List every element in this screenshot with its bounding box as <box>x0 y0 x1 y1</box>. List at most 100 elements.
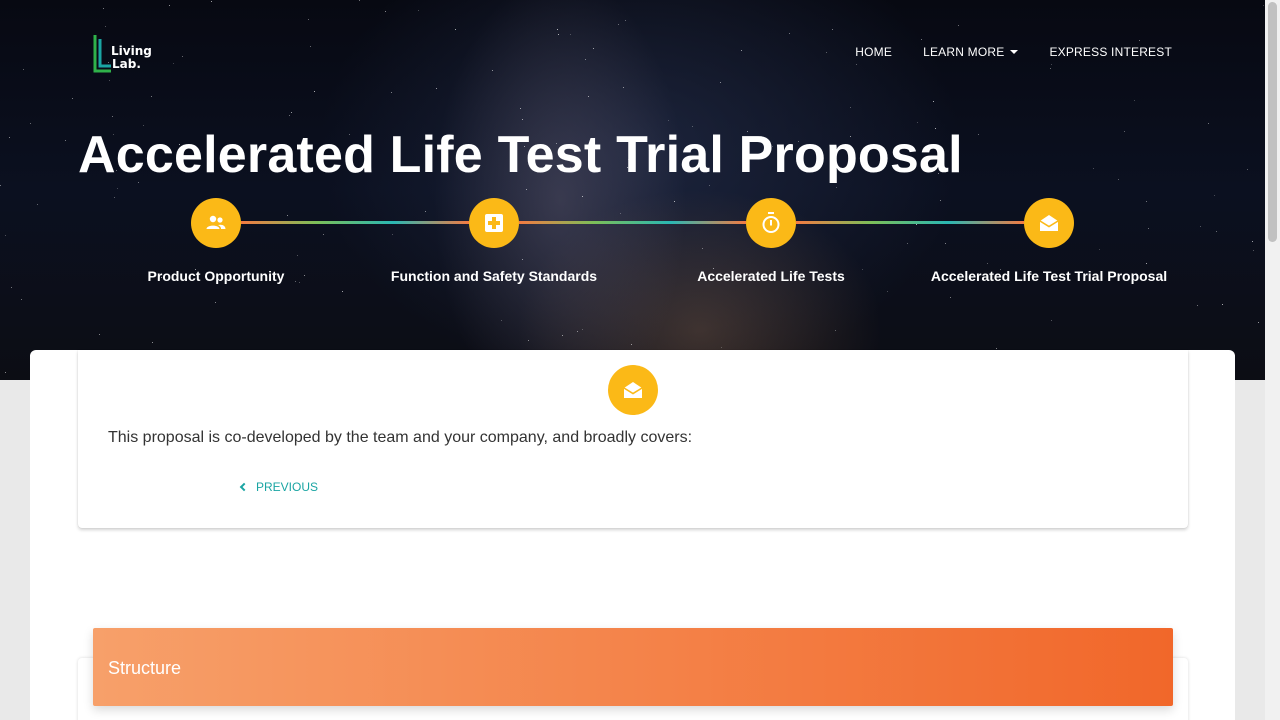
scrollbar-thumb[interactable] <box>1268 2 1277 242</box>
card-icon-circle <box>608 365 658 415</box>
nav-express-interest[interactable]: EXPRESS INTEREST <box>1049 45 1172 59</box>
star <box>836 186 838 188</box>
stopwatch-icon <box>762 212 780 233</box>
progress-steps: Product Opportunity Function and Safety … <box>0 198 1265 298</box>
step-label: Accelerated Life Tests <box>697 268 845 284</box>
star <box>454 29 456 31</box>
star <box>291 112 293 114</box>
step-trial-proposal[interactable]: Accelerated Life Test Trial Proposal <box>899 198 1199 284</box>
star <box>721 347 723 349</box>
star <box>789 32 791 34</box>
step-label: Product Opportunity <box>147 268 285 284</box>
star <box>631 344 633 346</box>
star <box>916 121 918 123</box>
star <box>558 33 560 35</box>
page-title: Accelerated Life Test Trial Proposal <box>78 126 963 184</box>
star <box>519 108 521 110</box>
star <box>103 7 105 9</box>
star <box>1138 39 1140 41</box>
star <box>492 69 494 71</box>
step-circle <box>469 198 519 248</box>
star <box>30 122 32 124</box>
step-label: Function and Safety Standards <box>390 268 598 284</box>
star <box>921 39 923 41</box>
star <box>1246 169 1248 171</box>
star <box>932 101 934 103</box>
nav-learn-more[interactable]: LEARN MORE <box>923 45 1019 59</box>
star <box>1050 67 1052 69</box>
star <box>1123 130 1125 132</box>
logo-line-1: Living <box>111 44 152 58</box>
star <box>1213 195 1215 197</box>
star <box>521 118 523 120</box>
star <box>617 24 619 26</box>
star <box>593 47 595 49</box>
star <box>21 298 23 300</box>
chevron-left-icon <box>239 482 249 492</box>
living-lab-logo[interactable]: Living Lab. <box>92 33 162 75</box>
star <box>71 97 73 99</box>
star <box>152 341 154 343</box>
star <box>556 28 558 30</box>
star <box>0 185 2 187</box>
star <box>624 19 626 21</box>
star <box>313 91 315 93</box>
nav-learn-more-label: LEARN MORE <box>923 45 1005 59</box>
page-scrollbar[interactable] <box>1265 0 1280 720</box>
star <box>831 29 833 31</box>
star <box>708 185 710 187</box>
star <box>418 10 420 12</box>
star <box>172 62 174 64</box>
star <box>720 81 722 83</box>
star <box>65 140 67 142</box>
star <box>215 302 217 304</box>
open-envelope-icon <box>623 382 643 398</box>
star <box>995 347 997 349</box>
step-product-opportunity[interactable]: Product Opportunity <box>66 198 366 284</box>
star <box>104 25 106 27</box>
nav-home[interactable]: HOME <box>855 45 892 59</box>
star <box>150 96 152 98</box>
star <box>1050 320 1052 322</box>
star <box>1196 304 1198 306</box>
nav-home-label: HOME <box>855 45 893 59</box>
top-nav: HOME LEARN MORE EXPRESS INTEREST <box>855 45 1172 59</box>
step-accelerated-life-tests[interactable]: Accelerated Life Tests <box>621 198 921 284</box>
star <box>582 328 584 330</box>
star <box>1050 64 1052 66</box>
step-circle <box>1024 198 1074 248</box>
star <box>359 0 361 1</box>
star <box>117 188 119 189</box>
star <box>1208 123 1210 125</box>
step-circle <box>746 198 796 248</box>
logo-wordmark: Living Lab. <box>111 45 152 71</box>
star <box>569 34 571 36</box>
logo-mark-icon <box>93 35 111 73</box>
step-function-safety[interactable]: Function and Safety Standards <box>344 198 644 284</box>
star <box>527 339 529 341</box>
star <box>181 55 183 57</box>
step-label: Accelerated Life Test Trial Proposal <box>930 268 1168 284</box>
star <box>835 330 837 332</box>
star <box>169 4 171 6</box>
star <box>501 319 503 321</box>
star <box>588 95 590 97</box>
caret-down-icon <box>1010 50 1019 54</box>
star <box>856 64 858 66</box>
structure-title: Structure <box>108 658 182 678</box>
step-circle <box>191 198 241 248</box>
star <box>977 133 979 135</box>
star <box>1258 322 1260 324</box>
star <box>561 335 563 337</box>
star <box>577 331 579 333</box>
people-icon <box>206 215 226 229</box>
star <box>1092 167 1094 169</box>
star <box>289 114 291 116</box>
proposal-description: This proposal is co-developed by the tea… <box>108 429 693 446</box>
star <box>390 92 392 94</box>
previous-button[interactable]: PREVIOUS <box>238 480 318 494</box>
star <box>4 371 6 373</box>
star <box>1221 303 1223 305</box>
star <box>308 19 310 21</box>
star <box>825 51 827 53</box>
